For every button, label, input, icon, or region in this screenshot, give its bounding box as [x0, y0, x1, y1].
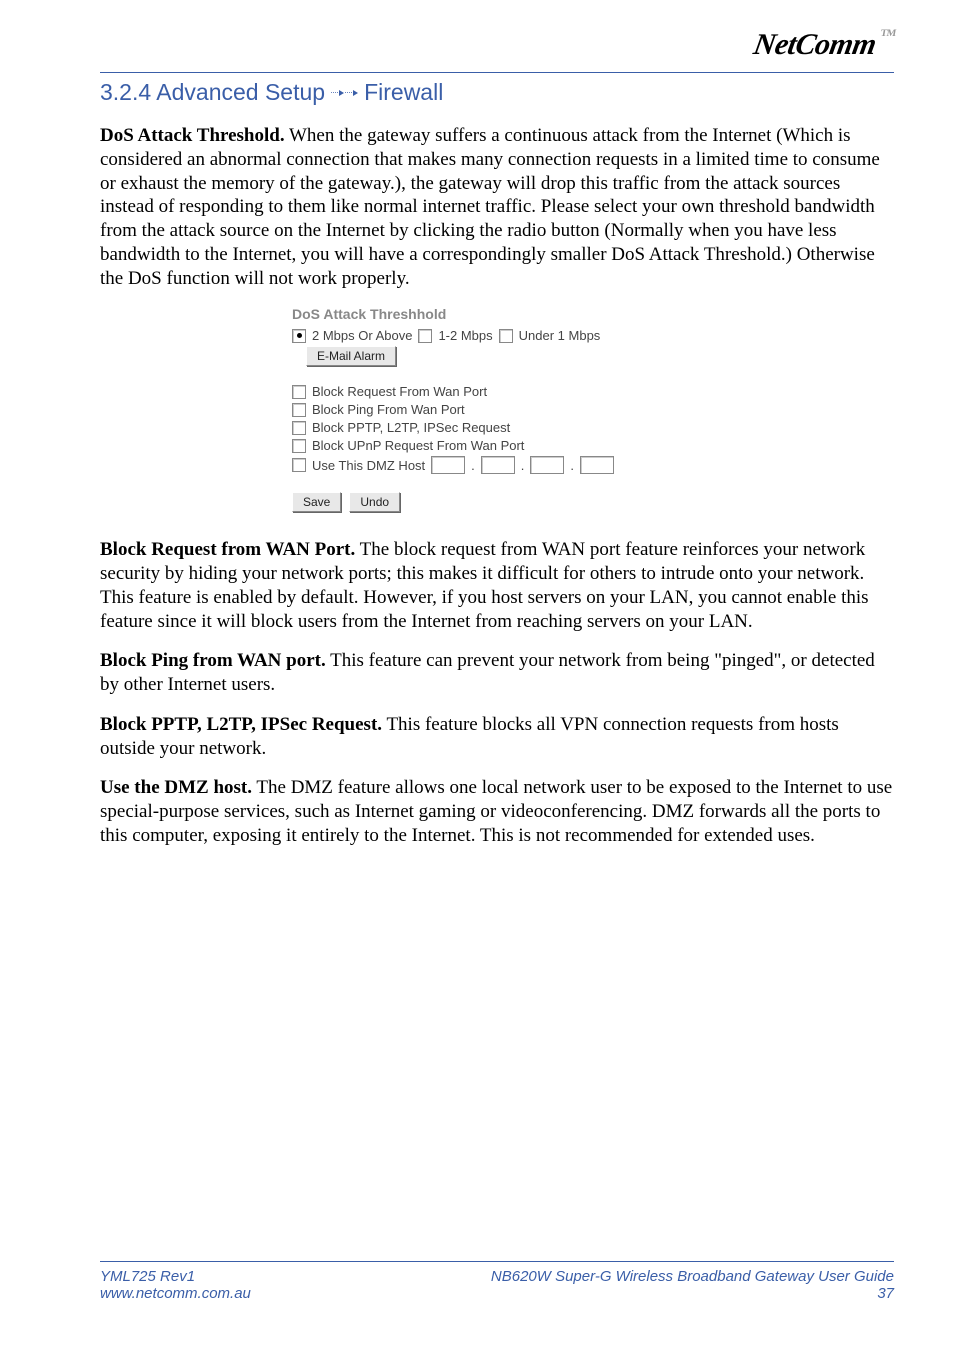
para-block-pptp: Block PPTP, L2TP, IPSec Request. This fe… [100, 713, 894, 761]
para-bold: DoS Attack Threshold. [100, 125, 285, 146]
section-heading: 3.2.4 Advanced Setup Firewall [100, 79, 894, 106]
footer-rule [100, 1261, 894, 1262]
radio-2mbps-above[interactable] [292, 329, 306, 343]
para-bold: Block Request from WAN Port. [100, 539, 355, 560]
radio-label: 2 Mbps Or Above [312, 328, 412, 343]
firewall-settings-panel: DoS Attack Threshhold 2 Mbps Or Above 1-… [292, 306, 702, 512]
top-rule [100, 72, 894, 73]
check-label: Block UPnP Request From Wan Port [312, 438, 524, 453]
para-bold: Block Ping from WAN port. [100, 650, 326, 671]
para-bold: Use the DMZ host. [100, 777, 252, 798]
check-block-ping-wan[interactable] [292, 403, 306, 417]
footer-guide-title: NB620W Super-G Wireless Broadband Gatewa… [491, 1268, 894, 1285]
check-block-pptp-l2tp-ipsec[interactable] [292, 421, 306, 435]
dmz-ip-octet-3[interactable] [530, 456, 564, 474]
check-label: Block Ping From Wan Port [312, 402, 465, 417]
para-text: When the gateway suffers a continuous at… [100, 125, 880, 289]
undo-button[interactable]: Undo [349, 492, 400, 512]
para-bold: Block PPTP, L2TP, IPSec Request. [100, 714, 382, 735]
check-use-dmz-host[interactable] [292, 458, 306, 472]
radio-1-2mbps[interactable] [418, 329, 432, 343]
heading-prefix: 3.2.4 Advanced Setup [100, 79, 325, 106]
logo-tm: TM [880, 28, 897, 39]
dmz-ip-octet-1[interactable] [431, 456, 465, 474]
para-dos-threshold: DoS Attack Threshold. When the gateway s… [100, 124, 894, 290]
radio-label: Under 1 Mbps [519, 328, 601, 343]
logo-text: NetComm [752, 28, 879, 61]
footer-url: www.netcomm.com.au [100, 1285, 251, 1302]
logo-row: NetCommTM [100, 20, 894, 70]
para-block-ping-wan: Block Ping from WAN port. This feature c… [100, 649, 894, 697]
arrow-icon [331, 90, 358, 96]
page-footer: YML725 Rev1 www.netcomm.com.au NB620W Su… [100, 1261, 894, 1302]
check-label: Block Request From Wan Port [312, 384, 487, 399]
check-block-request-wan[interactable] [292, 385, 306, 399]
panel-title: DoS Attack Threshhold [292, 306, 702, 322]
threshold-radio-row: 2 Mbps Or Above 1-2 Mbps Under 1 Mbps [292, 328, 702, 343]
radio-under-1mbps[interactable] [499, 329, 513, 343]
save-button[interactable]: Save [292, 492, 341, 512]
check-label: Use This DMZ Host [312, 458, 425, 473]
footer-page-number: 37 [491, 1285, 894, 1302]
netcomm-logo: NetCommTM [751, 28, 897, 62]
email-alarm-button[interactable]: E-Mail Alarm [306, 346, 396, 366]
check-block-upnp-wan[interactable] [292, 439, 306, 453]
para-dmz-host: Use the DMZ host. The DMZ feature allows… [100, 776, 894, 847]
check-label: Block PPTP, L2TP, IPSec Request [312, 420, 510, 435]
heading-suffix: Firewall [364, 79, 443, 106]
dmz-ip-octet-4[interactable] [580, 456, 614, 474]
radio-label: 1-2 Mbps [438, 328, 492, 343]
footer-doc-id: YML725 Rev1 [100, 1268, 251, 1285]
para-block-request-wan: Block Request from WAN Port. The block r… [100, 538, 894, 633]
dmz-ip-octet-2[interactable] [481, 456, 515, 474]
